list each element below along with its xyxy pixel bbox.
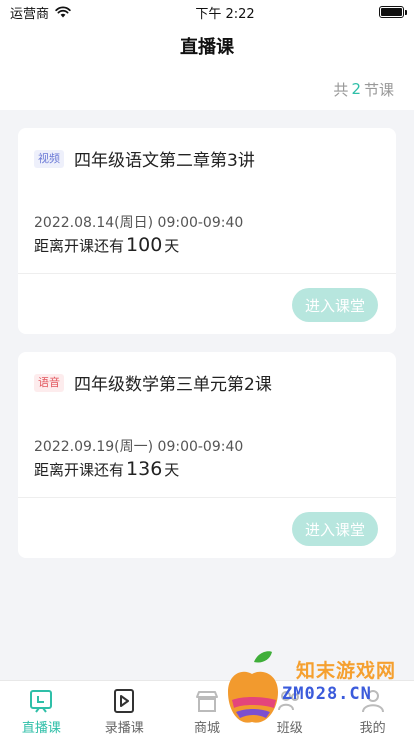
countdown-suffix: 天 — [164, 461, 180, 479]
shop-icon — [195, 691, 218, 712]
tab-label: 班级 — [276, 721, 303, 736]
tab-bar: 直播课 录播课 商城 班级 我的 — [0, 680, 414, 736]
tab-label: 商城 — [193, 721, 220, 736]
lesson-card-header: 语音 四年级数学第三单元第2课 — [34, 370, 272, 395]
countdown-prefix: 距离开课还有 — [34, 237, 125, 255]
countdown-suffix: 天 — [164, 237, 180, 255]
status-bar: 运营商 下午 2:22 — [0, 0, 414, 24]
lesson-card: 视频 四年级语文第二章第3讲 2022.08.14(周日) 09:00-09:4… — [18, 128, 396, 334]
countdown-days: 136 — [126, 458, 163, 480]
tab-me[interactable]: 我的 — [331, 681, 414, 736]
battery-icon — [379, 6, 407, 18]
nav-bar: 直播课 — [0, 24, 414, 68]
user-icon — [361, 690, 384, 713]
page-title: 直播课 — [180, 37, 234, 58]
video-icon — [114, 689, 135, 713]
live-icon — [30, 690, 53, 713]
enter-classroom-button[interactable]: 进入课堂 — [292, 288, 378, 322]
count-suffix: 节课 — [363, 80, 394, 99]
tab-label: 录播课 — [104, 721, 144, 736]
tab-label: 我的 — [359, 721, 386, 736]
countdown-days: 100 — [126, 234, 163, 256]
status-left: 运营商 — [10, 3, 71, 22]
battery-level — [381, 8, 402, 16]
clock: 下午 2:22 — [195, 6, 255, 22]
lesson-countdown: 距离开课还有 136 天 — [34, 458, 179, 480]
tab-shop[interactable]: 商城 — [166, 681, 249, 736]
lesson-countdown: 距离开课还有 100 天 — [34, 234, 179, 256]
lesson-count: 共 2 节课 — [0, 68, 414, 110]
lesson-schedule: 2022.09.19(周一) 09:00-09:40 — [34, 439, 244, 455]
card-divider — [18, 273, 396, 274]
lesson-type-badge: 视频 — [34, 149, 64, 168]
enter-classroom-button[interactable]: 进入课堂 — [292, 512, 378, 546]
lesson-title: 四年级数学第三单元第2课 — [74, 375, 272, 395]
lesson-schedule: 2022.08.14(周日) 09:00-09:40 — [34, 215, 244, 231]
tab-recorded[interactable]: 录播课 — [83, 681, 166, 736]
countdown-prefix: 距离开课还有 — [34, 461, 125, 479]
lesson-type-badge: 语音 — [34, 373, 64, 392]
carrier-label: 运营商 — [10, 6, 50, 22]
watermark-text: 知末游戏网 — [296, 660, 397, 682]
tab-live[interactable]: 直播课 — [0, 681, 83, 736]
wifi-icon — [55, 6, 71, 18]
tab-label: 直播课 — [21, 721, 61, 736]
count-number: 2 — [351, 80, 361, 98]
count-prefix: 共 — [333, 80, 349, 99]
lesson-title: 四年级语文第二章第3讲 — [74, 151, 255, 171]
lesson-card-header: 视频 四年级语文第二章第3讲 — [34, 146, 255, 171]
lesson-card: 语音 四年级数学第三单元第2课 2022.09.19(周一) 09:00-09:… — [18, 352, 396, 558]
class-icon — [277, 691, 299, 711]
card-divider — [18, 497, 396, 498]
tab-class[interactable]: 班级 — [248, 681, 331, 736]
